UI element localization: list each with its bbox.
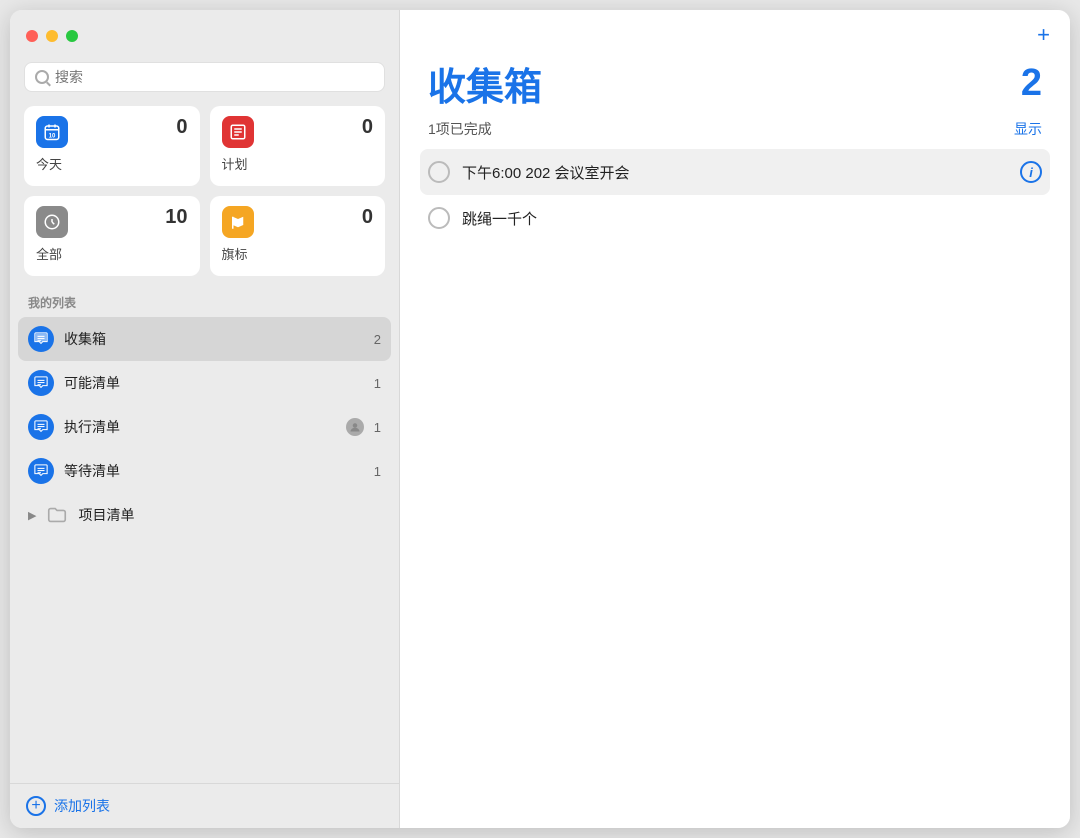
project-chevron-icon: ▶	[28, 509, 36, 522]
today-count: 0	[176, 116, 187, 139]
sidebar-item-waiting[interactable]: 等待清单 1	[18, 449, 391, 493]
app-window: 10 0 今天	[10, 10, 1070, 828]
flag-icon	[222, 206, 254, 238]
list-items: 收集箱 2 可能清单 1 执行清单 1	[10, 317, 399, 783]
smart-card-today[interactable]: 10 0 今天	[24, 106, 200, 186]
today-label: 今天	[36, 154, 188, 173]
main-title: 收集箱	[428, 56, 542, 111]
inbox-list-name: 收集箱	[64, 329, 364, 349]
maybe-list-icon	[28, 370, 54, 396]
titlebar	[10, 10, 399, 62]
smart-cards-grid: 10 0 今天	[10, 106, 399, 290]
waiting-list-count: 1	[374, 464, 381, 479]
search-bar[interactable]	[24, 62, 385, 92]
info-icon-1[interactable]: i	[1020, 161, 1042, 183]
sidebar-item-project[interactable]: ▶ 项目清单	[18, 493, 391, 537]
all-icon	[36, 206, 68, 238]
project-folder-icon	[44, 502, 70, 528]
main-header: +	[400, 10, 1070, 46]
traffic-light-maximize[interactable]	[66, 30, 78, 42]
task-row[interactable]: 跳绳一千个	[420, 195, 1050, 241]
inbox-list-icon	[28, 326, 54, 352]
traffic-light-close[interactable]	[26, 30, 38, 42]
maybe-list-name: 可能清单	[64, 373, 364, 393]
main-content: + 收集箱 2 1项已完成 显示 下午6:00 202 会议室开会 i 跳绳一千…	[400, 10, 1070, 828]
waiting-list-icon	[28, 458, 54, 484]
task-text-2: 跳绳一千个	[462, 208, 1042, 229]
flag-label: 旗标	[222, 244, 374, 263]
plan-icon	[222, 116, 254, 148]
completed-text: 1项已完成	[428, 119, 492, 139]
inbox-list-count: 2	[374, 332, 381, 347]
execute-list-name: 执行清单	[64, 417, 336, 437]
my-lists-header: 我的列表	[10, 290, 399, 317]
add-list-label: 添加列表	[54, 796, 110, 816]
smart-card-plan[interactable]: 0 计划	[210, 106, 386, 186]
sidebar-footer[interactable]: + 添加列表	[10, 783, 399, 828]
task-checkbox-1[interactable]	[428, 161, 450, 183]
sidebar-item-inbox[interactable]: 收集箱 2	[18, 317, 391, 361]
task-list: 下午6:00 202 会议室开会 i 跳绳一千个	[400, 149, 1070, 828]
maybe-list-count: 1	[374, 376, 381, 391]
add-task-button[interactable]: +	[1037, 24, 1050, 46]
main-title-row: 收集箱 2	[400, 46, 1070, 111]
execute-list-icon	[28, 414, 54, 440]
traffic-light-minimize[interactable]	[46, 30, 58, 42]
flag-count: 0	[362, 206, 373, 229]
today-icon: 10	[36, 116, 68, 148]
task-text-1: 下午6:00 202 会议室开会	[462, 162, 1008, 183]
task-row[interactable]: 下午6:00 202 会议室开会 i	[420, 149, 1050, 195]
execute-list-count: 1	[374, 420, 381, 435]
main-count: 2	[1021, 62, 1042, 105]
add-list-icon: +	[26, 796, 46, 816]
search-icon	[35, 70, 49, 84]
all-label: 全部	[36, 244, 188, 263]
sidebar: 10 0 今天	[10, 10, 400, 828]
execute-list-avatar	[346, 418, 364, 436]
show-completed-button[interactable]: 显示	[1014, 119, 1042, 139]
smart-card-flag[interactable]: 0 旗标	[210, 196, 386, 276]
sidebar-item-execute[interactable]: 执行清单 1	[18, 405, 391, 449]
svg-text:10: 10	[49, 133, 56, 139]
completed-row: 1项已完成 显示	[400, 111, 1070, 149]
smart-card-all[interactable]: 10 全部	[24, 196, 200, 276]
plan-count: 0	[362, 116, 373, 139]
all-count: 10	[165, 206, 187, 229]
waiting-list-name: 等待清单	[64, 461, 364, 481]
project-name: 项目清单	[78, 505, 381, 525]
search-input[interactable]	[55, 69, 374, 85]
sidebar-item-maybe[interactable]: 可能清单 1	[18, 361, 391, 405]
task-checkbox-2[interactable]	[428, 207, 450, 229]
plan-label: 计划	[222, 154, 374, 173]
